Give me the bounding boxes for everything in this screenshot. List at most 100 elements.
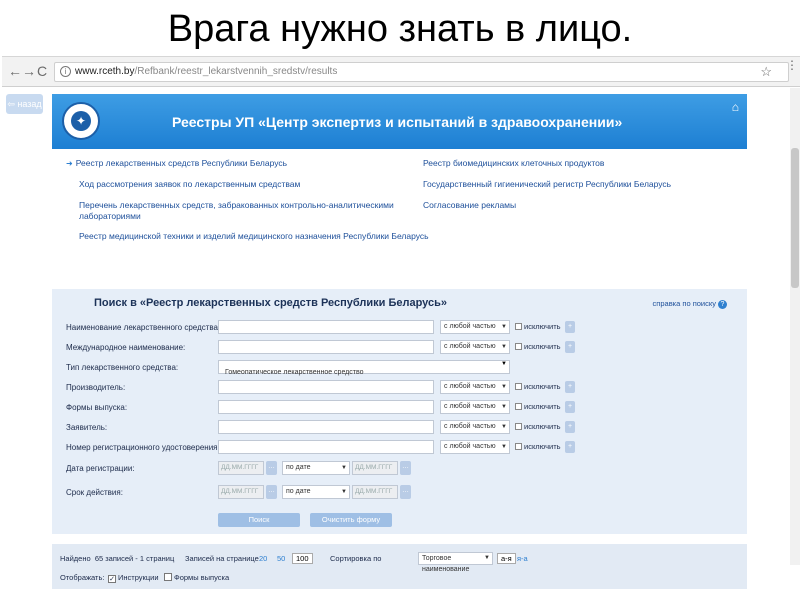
display-instructions[interactable]: ✓ Инструкции [108, 573, 159, 583]
name-mode-select[interactable]: с любой частью ▼ [440, 320, 510, 334]
link-rejected-drugs-cont[interactable]: лабораториями [79, 211, 141, 222]
reg-number-add-button[interactable]: + [565, 441, 575, 453]
browser-menu-icon[interactable]: ⋮ [786, 58, 798, 72]
link-biomedical[interactable]: Реестр биомедицинских клеточных продукто… [423, 158, 604, 169]
forward-arrow-icon[interactable]: → [22, 63, 36, 79]
type-select[interactable]: Гомеопатическое лекарственное средство ▼ [218, 360, 510, 376]
help-icon: ? [718, 300, 727, 309]
name-exclude-checkbox[interactable]: исключить [515, 322, 561, 331]
reg-number-input[interactable] [218, 440, 434, 454]
caret-down-icon: ▼ [501, 324, 507, 330]
manufacturer-add-button[interactable]: + [565, 381, 575, 393]
link-medical-devices[interactable]: Реестр медицинской техники и изделий мед… [79, 231, 429, 242]
browser-window: ← → C i www.rceth.by/Refbank/reestr_leka… [2, 56, 800, 589]
name-input[interactable] [218, 320, 434, 334]
slide-title: Врага нужно знать в лицо. [167, 8, 633, 50]
manufacturer-mode-select[interactable]: с любой частью ▼ [440, 380, 510, 394]
slide: Врага нужно знать в лицо. ← → C i www.rc… [0, 0, 800, 600]
caret-down-icon: ▼ [501, 361, 507, 367]
caret-down-icon: ▼ [501, 444, 507, 450]
search-help-link[interactable]: справка по поиску? [653, 299, 727, 309]
display-label: Отображать: [60, 573, 105, 582]
inn-mode-select[interactable]: с любой частью ▼ [440, 340, 510, 354]
validity-mode-select[interactable]: по дате ▼ [282, 485, 350, 499]
reg-date-to[interactable]: ДД.ММ.ГГГГ [352, 461, 398, 475]
applicant-input[interactable] [218, 420, 434, 434]
info-icon[interactable]: i [60, 66, 71, 77]
reg-number-mode-select[interactable]: с любой частью ▼ [440, 440, 510, 454]
inn-add-button[interactable]: + [565, 341, 575, 353]
caret-down-icon: ▼ [501, 384, 507, 390]
reload-icon[interactable]: C [37, 63, 47, 79]
field-label-forms: Формы выпуска: [66, 403, 128, 412]
url-path: /Refbank/reestr_lekarstvennih_sredstv/re… [134, 66, 338, 77]
link-rejected-drugs[interactable]: Перечень лекарственных средств, забраков… [79, 200, 394, 211]
back-button[interactable]: ⇦ назад [6, 94, 43, 114]
scrollbar[interactable] [790, 88, 800, 565]
per-page-label: Записей на странице [185, 554, 259, 563]
manufacturer-exclude-checkbox[interactable]: исключить [515, 382, 561, 391]
scroll-thumb[interactable] [791, 148, 799, 288]
field-label-manufacturer: Производитель: [66, 383, 126, 392]
bookmark-star-icon[interactable]: ☆ [760, 64, 772, 80]
field-label-type: Тип лекарственного средства: [66, 363, 179, 372]
forms-mode-select[interactable]: с любой частью ▼ [440, 400, 510, 414]
header-title: Реестры УП «Центр экспертиз и испытаний … [172, 114, 623, 130]
registry-links: ➜ Реестр лекарственных средств Республики… [52, 149, 747, 289]
reg-date-from-picker[interactable]: … [266, 461, 277, 475]
site-header: ✦ Реестры УП «Центр экспертиз и испытани… [52, 94, 747, 149]
link-application-progress[interactable]: Ход рассмотрения заявок по лекарственным… [79, 179, 300, 190]
manufacturer-input[interactable] [218, 380, 434, 394]
validity-from[interactable]: ДД.ММ.ГГГГ [218, 485, 264, 499]
caret-down-icon: ▼ [341, 465, 347, 471]
clear-form-button[interactable]: Очистить форму [310, 513, 392, 527]
field-label-name: Наименование лекарственного средства: [66, 323, 221, 332]
sort-select[interactable]: Торговое наименование ▼ [418, 552, 493, 573]
inn-exclude-checkbox[interactable]: исключить [515, 342, 561, 351]
forms-input[interactable] [218, 400, 434, 414]
site-logo[interactable]: ✦ [62, 102, 100, 140]
checkbox-empty-icon [164, 573, 172, 581]
per-page-20[interactable]: 20 [259, 554, 267, 563]
home-icon[interactable]: ⌂ [732, 100, 739, 114]
reg-date-from[interactable]: ДД.ММ.ГГГГ [218, 461, 264, 475]
reg-date-to-picker[interactable]: … [400, 461, 411, 475]
caret-down-icon: ▼ [484, 555, 490, 561]
field-label-applicant: Заявитель: [66, 423, 108, 432]
per-page-100[interactable]: 100 [292, 553, 313, 564]
validity-to-picker[interactable]: … [400, 485, 411, 499]
reg-date-mode-select[interactable]: по дате ▼ [282, 461, 350, 475]
search-button[interactable]: Поиск [218, 513, 300, 527]
link-hygienic-register[interactable]: Государственный гигиенический регистр Ре… [423, 179, 671, 190]
sort-label: Сортировка по [330, 554, 382, 563]
link-ad-approval[interactable]: Согласование рекламы [423, 200, 516, 211]
url-domain: www.rceth.by [75, 66, 135, 77]
sort-asc[interactable]: а-я [497, 553, 516, 564]
back-arrow-icon[interactable]: ← [8, 63, 22, 79]
reg-number-exclude-checkbox[interactable]: исключить [515, 442, 561, 451]
sort-desc[interactable]: я-а [517, 554, 528, 563]
applicant-add-button[interactable]: + [565, 421, 575, 433]
link-drug-registry[interactable]: ➜ Реестр лекарственных средств Республики… [66, 158, 287, 169]
per-page-50[interactable]: 50 [277, 554, 285, 563]
address-bar: ← → C i www.rceth.by/Refbank/reestr_leka… [2, 57, 800, 87]
caret-down-icon: ▼ [501, 344, 507, 350]
field-label-inn: Международное наименование: [66, 343, 186, 352]
forms-exclude-checkbox[interactable]: исключить [515, 402, 561, 411]
logo-emblem-icon: ✦ [71, 111, 91, 131]
applicant-exclude-checkbox[interactable]: исключить [515, 422, 561, 431]
validity-from-picker[interactable]: … [266, 485, 277, 499]
checkbox-checked-icon: ✓ [108, 575, 116, 583]
name-add-button[interactable]: + [565, 321, 575, 333]
caret-down-icon: ▼ [341, 489, 347, 495]
caret-down-icon: ▼ [501, 424, 507, 430]
validity-to[interactable]: ДД.ММ.ГГГГ [352, 485, 398, 499]
search-panel: Поиск в «Реестр лекарственных средств Ре… [52, 289, 747, 534]
url-field[interactable]: i www.rceth.by/Refbank/reestr_lekarstven… [54, 62, 789, 82]
field-label-reg-date: Дата регистрации: [66, 464, 135, 473]
display-forms[interactable]: Формы выпуска [164, 573, 229, 582]
inn-input[interactable] [218, 340, 434, 354]
results-found: Найдено 65 записей - 1 страниц [60, 554, 175, 563]
applicant-mode-select[interactable]: с любой частью ▼ [440, 420, 510, 434]
forms-add-button[interactable]: + [565, 401, 575, 413]
